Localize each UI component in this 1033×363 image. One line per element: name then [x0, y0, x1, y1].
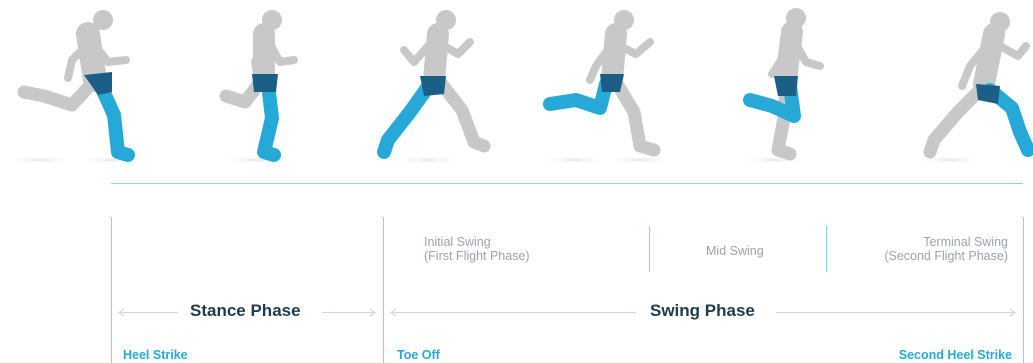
- stance-arrow-left-head-icon: [117, 308, 125, 317]
- divider-mid-swing-right: [826, 226, 827, 272]
- sub-phase-initial-swing: Initial Swing (First Flight Phase): [424, 235, 530, 263]
- sub-phase-terminal-swing-line1: Terminal Swing: [923, 235, 1008, 249]
- runner-toe-off: [377, 10, 491, 164]
- runner-loading: [219, 10, 298, 164]
- divider-heel-strike: [111, 217, 112, 363]
- sub-phase-terminal-swing-line2: (Second Flight Phase): [884, 249, 1008, 263]
- stance-arrow-right-head-icon: [369, 308, 377, 317]
- event-toe-off: Toe Off: [397, 348, 440, 362]
- swing-arrow-left-line: [392, 312, 636, 313]
- runner-illustrations: [4, 8, 1033, 164]
- runner-initial-swing: [538, 10, 676, 164]
- swing-phase-label: Swing Phase: [650, 301, 755, 320]
- stance-phase-label: Stance Phase: [190, 301, 301, 320]
- sub-phase-terminal-swing: Terminal Swing (Second Flight Phase): [860, 235, 1008, 263]
- divider-toe-off: [383, 217, 384, 363]
- runner-terminal-swing: [914, 12, 1033, 164]
- sub-phase-initial-swing-line1: Initial Swing: [424, 235, 491, 249]
- divider-second-heel-strike: [1023, 217, 1024, 363]
- divider-mid-swing-left: [649, 226, 650, 272]
- stance-arrow-right-line: [322, 312, 374, 313]
- swing-arrow-right-line: [776, 312, 1014, 313]
- runner-mid-swing: [738, 8, 824, 164]
- sub-phase-initial-swing-line2: (First Flight Phase): [424, 249, 530, 263]
- swing-arrow-left-head-icon: [389, 308, 397, 317]
- event-heel-strike: Heel Strike: [123, 348, 188, 362]
- runner-heel-strike: [4, 10, 148, 164]
- timeline-line: [111, 183, 1023, 184]
- gait-cycle-diagram: Initial Swing (First Flight Phase) Mid S…: [0, 0, 1033, 363]
- event-second-heel-strike: Second Heel Strike: [898, 348, 1012, 362]
- stance-arrow-left-line: [120, 312, 178, 313]
- sub-phase-mid-swing: Mid Swing: [706, 244, 764, 258]
- swing-arrow-right-head-icon: [1009, 308, 1017, 317]
